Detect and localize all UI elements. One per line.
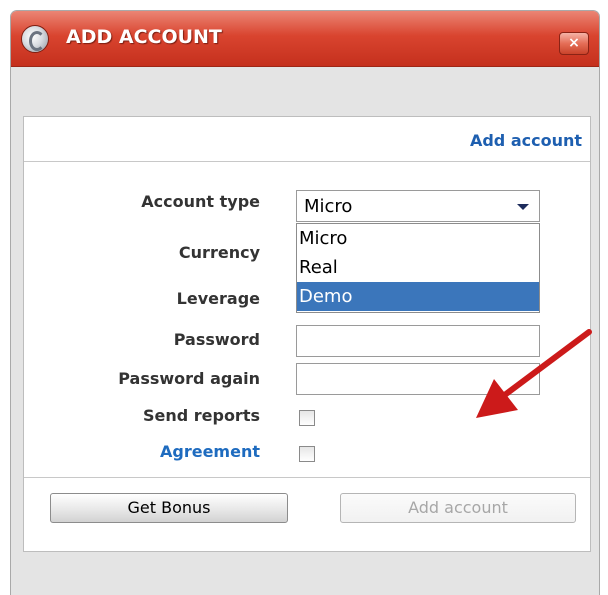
account-type-select[interactable]: Micro — [296, 190, 540, 222]
option-real[interactable]: Real — [297, 253, 539, 282]
password-label: Password — [173, 330, 260, 349]
agreement-link[interactable]: Agreement — [160, 442, 260, 461]
add-account-header-link[interactable]: Add account — [470, 131, 582, 150]
account-type-value: Micro — [304, 196, 353, 217]
send-reports-label: Send reports — [142, 406, 260, 425]
footer-divider — [24, 477, 590, 478]
currency-label: Currency — [178, 243, 260, 262]
close-icon[interactable]: × — [559, 32, 589, 55]
add-account-window: ADD ACCOUNT × Add account Account type M… — [10, 10, 600, 595]
account-type-label: Account type — [141, 192, 260, 211]
red-arrow-icon — [476, 329, 592, 418]
option-micro[interactable]: Micro — [297, 224, 539, 253]
window-title: ADD ACCOUNT — [66, 26, 222, 48]
chevron-down-icon[interactable] — [517, 204, 529, 210]
leverage-label: Leverage — [176, 289, 260, 308]
option-demo[interactable]: Demo — [297, 282, 539, 311]
app-logo-icon — [21, 25, 49, 53]
send-reports-checkbox[interactable] — [299, 410, 315, 426]
header-divider — [24, 161, 590, 162]
form-panel: Add account Account type Micro Micro Rea… — [23, 116, 592, 552]
get-bonus-button[interactable]: Get Bonus — [50, 493, 288, 523]
account-type-dropdown: Micro Real Demo — [296, 223, 540, 313]
agreement-checkbox[interactable] — [299, 446, 315, 462]
title-bar: ADD ACCOUNT × — [11, 11, 599, 67]
add-account-button[interactable]: Add account — [340, 493, 576, 523]
password-again-label: Password again — [118, 369, 260, 388]
